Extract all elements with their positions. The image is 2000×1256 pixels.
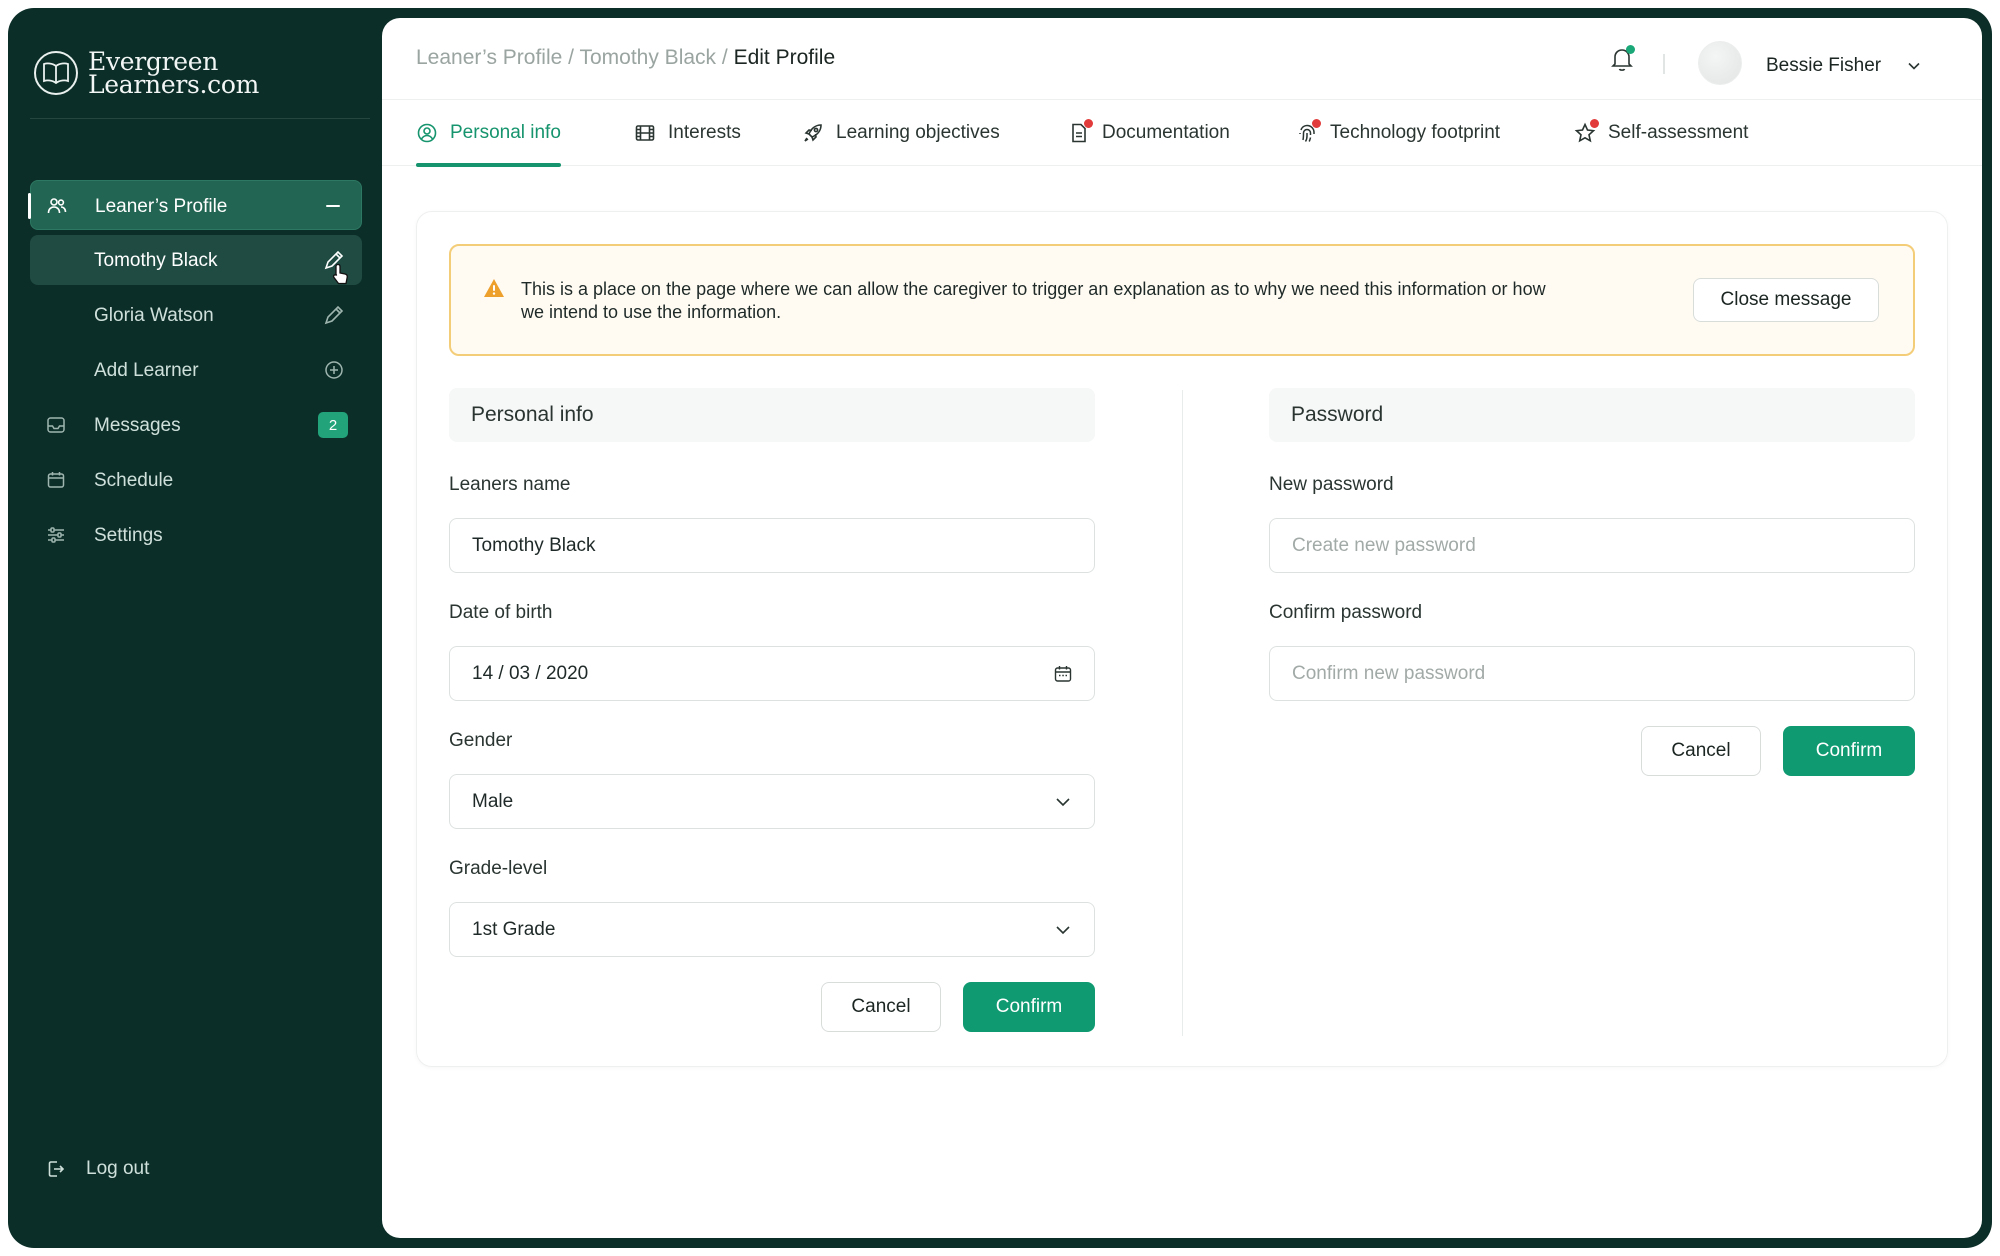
notice-text: This is a place on the page where we can… bbox=[521, 279, 1546, 322]
messages-count-badge: 2 bbox=[318, 412, 348, 438]
alert-dot bbox=[1590, 119, 1599, 128]
sidebar-item-label: Settings bbox=[94, 525, 163, 546]
tab-technology-footprint[interactable]: Technology footprint bbox=[1296, 100, 1500, 166]
user-circle-icon bbox=[417, 123, 437, 143]
notification-dot bbox=[1626, 45, 1635, 54]
collapse-icon[interactable] bbox=[321, 194, 345, 218]
personal-info-heading: Personal info bbox=[449, 388, 1095, 442]
tab-interests[interactable]: Interests bbox=[634, 100, 741, 166]
chevron-down-icon[interactable] bbox=[1906, 58, 1922, 74]
alert-dot bbox=[1312, 119, 1321, 128]
sidebar-divider bbox=[30, 118, 370, 119]
date-of-birth-input[interactable]: 14 / 03 / 2020 bbox=[449, 646, 1095, 701]
top-bar: Leaner’s Profile / Tomothy Black / Edit … bbox=[382, 18, 1982, 100]
film-icon bbox=[635, 125, 655, 141]
logout-icon bbox=[48, 1161, 65, 1177]
plus-circle-icon[interactable] bbox=[322, 358, 346, 382]
info-notice: This is a place on the page where we can… bbox=[449, 244, 1915, 356]
personal-confirm-button[interactable]: Confirm bbox=[963, 982, 1095, 1032]
gender-label: Gender bbox=[449, 730, 513, 751]
app-window: Evergreen Learners.com Leaner’s Profile … bbox=[8, 8, 1992, 1248]
sliders-icon bbox=[48, 527, 64, 543]
column-divider bbox=[1182, 390, 1183, 1036]
calendar-icon bbox=[47, 472, 65, 488]
breadcrumb-learner[interactable]: Tomothy Black bbox=[579, 46, 716, 69]
users-icon bbox=[47, 198, 67, 214]
breadcrumb: Leaner’s Profile / Tomothy Black / Edit … bbox=[416, 46, 836, 69]
tab-learning-objectives[interactable]: Learning objectives bbox=[802, 100, 1000, 166]
rocket-icon bbox=[804, 124, 822, 142]
sidebar-item-gloria-watson[interactable]: Gloria Watson bbox=[30, 290, 362, 340]
pointer-cursor-icon bbox=[332, 263, 348, 285]
main-panel: Leaner’s Profile / Tomothy Black / Edit … bbox=[382, 18, 1982, 1238]
learner-name-input[interactable]: Tomothy Black bbox=[449, 518, 1095, 573]
grade-level-label: Grade-level bbox=[449, 858, 548, 879]
password-confirm-button[interactable]: Confirm bbox=[1783, 726, 1915, 776]
date-of-birth-label: Date of birth bbox=[449, 602, 553, 623]
confirm-password-label: Confirm password bbox=[1269, 602, 1423, 623]
sidebar-item-learners-profile[interactable]: Leaner’s Profile bbox=[28, 180, 362, 230]
avatar[interactable] bbox=[1698, 41, 1742, 85]
password-heading: Password bbox=[1269, 388, 1915, 442]
edit-profile-card: This is a place on the page where we can… bbox=[416, 211, 1948, 1067]
sidebar-nav: Leaner’s Profile Tomothy Black Gloria Wa… bbox=[28, 180, 362, 565]
page-title: Edit Profile bbox=[733, 46, 836, 69]
sidebar-item-add-learner[interactable]: Add Learner bbox=[30, 345, 362, 395]
sidebar-item-label: Gloria Watson bbox=[94, 305, 214, 326]
sidebar-item-settings[interactable]: Settings bbox=[30, 510, 362, 560]
sidebar-item-label: Messages bbox=[94, 415, 181, 436]
new-password-input[interactable]: Create new password bbox=[1269, 518, 1915, 573]
notifications-button[interactable] bbox=[1607, 44, 1637, 74]
tab-personal-info[interactable]: Personal info bbox=[416, 100, 561, 167]
tab-self-assessment[interactable]: Self-assessment bbox=[1574, 100, 1748, 166]
sidebar-item-label: Leaner’s Profile bbox=[95, 196, 228, 217]
gender-select[interactable]: Male bbox=[449, 774, 1095, 829]
brand-logo[interactable]: Evergreen Learners.com bbox=[34, 47, 260, 99]
chevron-down-icon bbox=[1056, 926, 1070, 935]
sidebar: Evergreen Learners.com Leaner’s Profile … bbox=[8, 8, 382, 1248]
sidebar-item-label: Add Learner bbox=[94, 360, 199, 381]
learner-name-label: Leaners name bbox=[449, 474, 571, 495]
grade-level-select[interactable]: 1st Grade bbox=[449, 902, 1095, 957]
user-name[interactable]: Bessie Fisher bbox=[1766, 55, 1881, 77]
sidebar-item-tomothy-black[interactable]: Tomothy Black bbox=[30, 235, 362, 285]
new-password-label: New password bbox=[1269, 474, 1394, 495]
alert-dot bbox=[1084, 119, 1093, 128]
confirm-password-input[interactable]: Confirm new password bbox=[1269, 646, 1915, 701]
breadcrumb-learners-profile[interactable]: Leaner’s Profile bbox=[416, 46, 562, 69]
fingerprint-icon bbox=[1296, 119, 1321, 144]
document-icon bbox=[1068, 119, 1093, 144]
brand-name: Evergreen Learners.com bbox=[88, 47, 260, 99]
edit-pencil-icon[interactable] bbox=[322, 303, 346, 327]
sidebar-item-label: Schedule bbox=[94, 470, 174, 491]
divider bbox=[1663, 54, 1665, 74]
logout-button[interactable]: Log out bbox=[46, 1158, 149, 1180]
star-icon bbox=[1574, 119, 1599, 144]
profile-tabs: Personal info Interests Learning objecti… bbox=[382, 100, 1982, 167]
password-cancel-button[interactable]: Cancel bbox=[1641, 726, 1761, 776]
warning-icon bbox=[484, 279, 504, 297]
inbox-icon bbox=[47, 417, 65, 433]
close-message-button[interactable]: Close message bbox=[1693, 278, 1879, 322]
book-icon bbox=[34, 51, 78, 95]
calendar-icon[interactable] bbox=[1054, 665, 1072, 683]
personal-cancel-button[interactable]: Cancel bbox=[821, 982, 941, 1032]
sidebar-item-messages[interactable]: Messages 2 bbox=[30, 400, 362, 450]
sidebar-item-schedule[interactable]: Schedule bbox=[30, 455, 362, 505]
chevron-down-icon bbox=[1056, 798, 1070, 807]
sidebar-item-label: Tomothy Black bbox=[94, 250, 218, 271]
tab-documentation[interactable]: Documentation bbox=[1068, 100, 1230, 166]
